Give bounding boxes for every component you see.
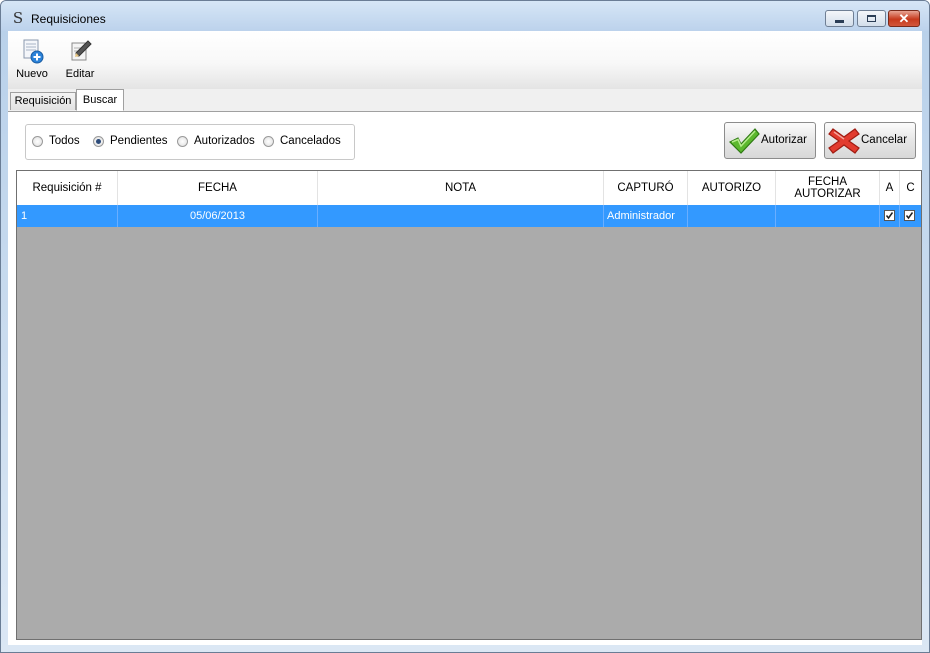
status-filter-group: Todos Pendientes Autorizados Cancelados — [25, 124, 355, 160]
close-button[interactable]: ✕ — [888, 10, 920, 27]
cell-requisicion: 1 — [17, 205, 118, 227]
edit-document-icon — [71, 40, 92, 61]
nuevo-label: Nuevo — [16, 68, 48, 80]
close-icon: ✕ — [898, 11, 910, 26]
col-fecha[interactable]: FECHA — [118, 171, 318, 205]
autorizar-button[interactable]: Autorizar — [724, 122, 816, 159]
minimize-icon — [835, 20, 844, 23]
toolbar: Nuevo Editar — [8, 31, 922, 89]
maximize-icon — [867, 15, 876, 22]
checkmark-icon — [728, 128, 760, 154]
autorizar-label: Autorizar — [761, 134, 808, 146]
radio-label: Pendientes — [110, 135, 168, 147]
cell-fecha: 05/06/2013 — [118, 205, 318, 227]
checkbox-autorizado[interactable] — [884, 210, 895, 221]
tab-buscar[interactable]: Buscar — [76, 89, 124, 111]
minimize-button[interactable] — [825, 10, 854, 27]
radio-label: Autorizados — [194, 135, 255, 147]
col-capturo[interactable]: CAPTURÓ — [604, 171, 688, 205]
cancelar-button[interactable]: Cancelar — [824, 122, 916, 159]
checkbox-cancelado[interactable] — [904, 210, 915, 221]
col-c[interactable]: C — [900, 171, 921, 205]
col-autorizo[interactable]: AUTORIZO — [688, 171, 776, 205]
radio-dot — [177, 136, 188, 147]
title-bar[interactable]: S Requisiciones ✕ — [1, 1, 929, 31]
check-icon — [885, 212, 894, 220]
cell-nota — [318, 205, 604, 227]
radio-dot-selected — [93, 136, 104, 147]
check-icon — [905, 212, 914, 220]
tab-strip: Requisición Buscar — [8, 89, 922, 112]
nuevo-button[interactable]: Nuevo — [10, 37, 54, 83]
radio-dot — [263, 136, 274, 147]
col-fecha-autorizar[interactable]: FECHA AUTORIZAR — [776, 171, 880, 205]
col-nota[interactable]: NOTA — [318, 171, 604, 205]
s-logo-icon: S — [12, 9, 24, 27]
radio-dot — [32, 136, 43, 147]
radio-label: Cancelados — [280, 135, 341, 147]
cell-autorizo — [688, 205, 776, 227]
tab-requisicion[interactable]: Requisición — [10, 92, 76, 110]
cell-a — [880, 205, 900, 227]
grid-header: Requisición # FECHA NOTA CAPTURÓ AUTORIZ… — [17, 171, 921, 206]
red-x-icon — [828, 128, 860, 154]
requisiciones-grid[interactable]: Requisición # FECHA NOTA CAPTURÓ AUTORIZ… — [16, 170, 922, 640]
cell-fecha-autorizar — [776, 205, 880, 227]
window-title: Requisiciones — [31, 12, 106, 26]
new-document-icon — [23, 39, 44, 64]
radio-label: Todos — [49, 135, 80, 147]
cell-c — [900, 205, 921, 227]
editar-label: Editar — [65, 68, 95, 80]
cancelar-label: Cancelar — [861, 134, 908, 146]
col-a[interactable]: A — [880, 171, 900, 205]
maximize-button[interactable] — [857, 10, 886, 27]
editar-button[interactable]: Editar — [58, 37, 102, 83]
client-area: Nuevo Editar Requisición Buscar Todos Pe… — [8, 31, 922, 645]
col-requisicion[interactable]: Requisición # — [17, 171, 118, 205]
cell-capturo: Administrador — [604, 205, 688, 227]
main-window: S Requisiciones ✕ Nuevo Editar Requisici… — [0, 0, 930, 653]
buscar-panel: Todos Pendientes Autorizados Cancelados — [8, 112, 922, 645]
table-row[interactable]: 1 05/06/2013 Administrador — [17, 205, 921, 227]
